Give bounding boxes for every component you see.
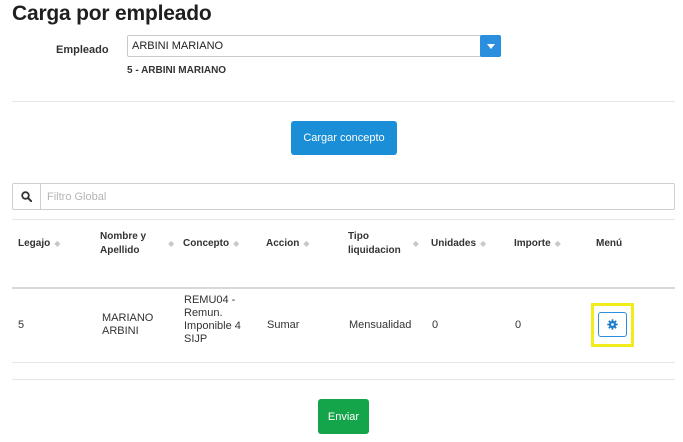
header-tipo-line2: liquidacion bbox=[348, 245, 401, 256]
page-title: Carga por empleado bbox=[12, 2, 212, 25]
sort-icon: ◆ bbox=[54, 239, 61, 248]
header-menu: Menú bbox=[596, 237, 622, 251]
row-menu-button[interactable] bbox=[598, 312, 627, 337]
table-header-border bbox=[12, 287, 675, 289]
header-unidades[interactable]: Unidades ◆ bbox=[431, 237, 486, 251]
header-tipo-label: Tipo liquidacion bbox=[348, 230, 401, 258]
sort-icon: ◆ bbox=[554, 239, 561, 248]
cargar-concepto-button[interactable]: Cargar concepto bbox=[291, 121, 397, 155]
sort-icon: ◆ bbox=[412, 239, 419, 248]
cell-nombre-line1: MARIANO bbox=[102, 312, 154, 324]
header-accion-label: Accion bbox=[266, 238, 300, 249]
header-tipo-line1: Tipo bbox=[348, 231, 369, 242]
cell-tipo-liquidacion: Mensualidad bbox=[349, 319, 412, 331]
global-filter-input[interactable] bbox=[47, 188, 647, 205]
sort-icon: ◆ bbox=[480, 239, 487, 248]
cell-concepto-line1: REMU04 - bbox=[184, 294, 236, 306]
header-legajo-label: Legajo bbox=[18, 238, 51, 249]
employee-label: Empleado bbox=[56, 44, 109, 56]
cell-concepto-line2: Remun. bbox=[184, 307, 223, 319]
table-bottom-border bbox=[12, 379, 675, 380]
header-legajo[interactable]: Legajo ◆ bbox=[18, 237, 60, 251]
search-icon bbox=[13, 184, 41, 209]
enviar-button[interactable]: Enviar bbox=[318, 399, 369, 434]
gear-icon bbox=[607, 319, 618, 330]
cell-concepto-line3: Imponible 4 bbox=[184, 320, 241, 332]
cell-nombre-line2: ARBINI bbox=[102, 325, 139, 337]
divider bbox=[12, 101, 675, 102]
cell-nombre: MARIANO ARBINI bbox=[102, 312, 153, 338]
employee-select[interactable]: ARBINI MARIANO bbox=[127, 35, 501, 57]
cell-importe: 0 bbox=[515, 319, 522, 331]
cell-concepto: REMU04 - Remun. Imponible 4 SIJP bbox=[184, 294, 241, 346]
employee-detail: 5 - ARBINI MARIANO bbox=[127, 65, 227, 76]
cell-accion: Sumar bbox=[267, 319, 300, 331]
header-menu-label: Menú bbox=[596, 238, 623, 249]
employee-select-value: ARBINI MARIANO bbox=[132, 40, 224, 52]
header-concepto[interactable]: Concepto ◆ bbox=[183, 237, 239, 251]
header-concepto-label: Concepto bbox=[183, 238, 230, 249]
global-filter[interactable] bbox=[12, 183, 675, 210]
caret-down-icon bbox=[486, 43, 495, 49]
table-row-border bbox=[12, 362, 675, 363]
cell-concepto-line4: SIJP bbox=[184, 333, 208, 345]
header-nombre-line1: Nombre y bbox=[100, 231, 147, 242]
header-nombre-line2: Apellido bbox=[100, 245, 140, 256]
employee-dropdown-button[interactable] bbox=[480, 35, 501, 57]
sort-icon: ◆ bbox=[303, 239, 310, 248]
sort-icon: ◆ bbox=[233, 239, 240, 248]
header-tipo-liquidacion[interactable]: Tipo liquidacion ◆ bbox=[348, 230, 419, 258]
table-top-border bbox=[12, 219, 675, 220]
header-unidades-label: Unidades bbox=[431, 238, 477, 249]
cell-legajo: 5 bbox=[18, 319, 25, 331]
header-importe-label: Importe bbox=[514, 238, 551, 249]
header-accion[interactable]: Accion ◆ bbox=[266, 237, 310, 251]
header-nombre[interactable]: Nombre y Apellido ◆ bbox=[100, 230, 174, 258]
header-importe[interactable]: Importe ◆ bbox=[514, 237, 561, 251]
sort-icon: ◆ bbox=[168, 239, 175, 248]
header-nombre-label: Nombre y Apellido bbox=[100, 230, 146, 258]
cell-unidades: 0 bbox=[432, 319, 439, 331]
